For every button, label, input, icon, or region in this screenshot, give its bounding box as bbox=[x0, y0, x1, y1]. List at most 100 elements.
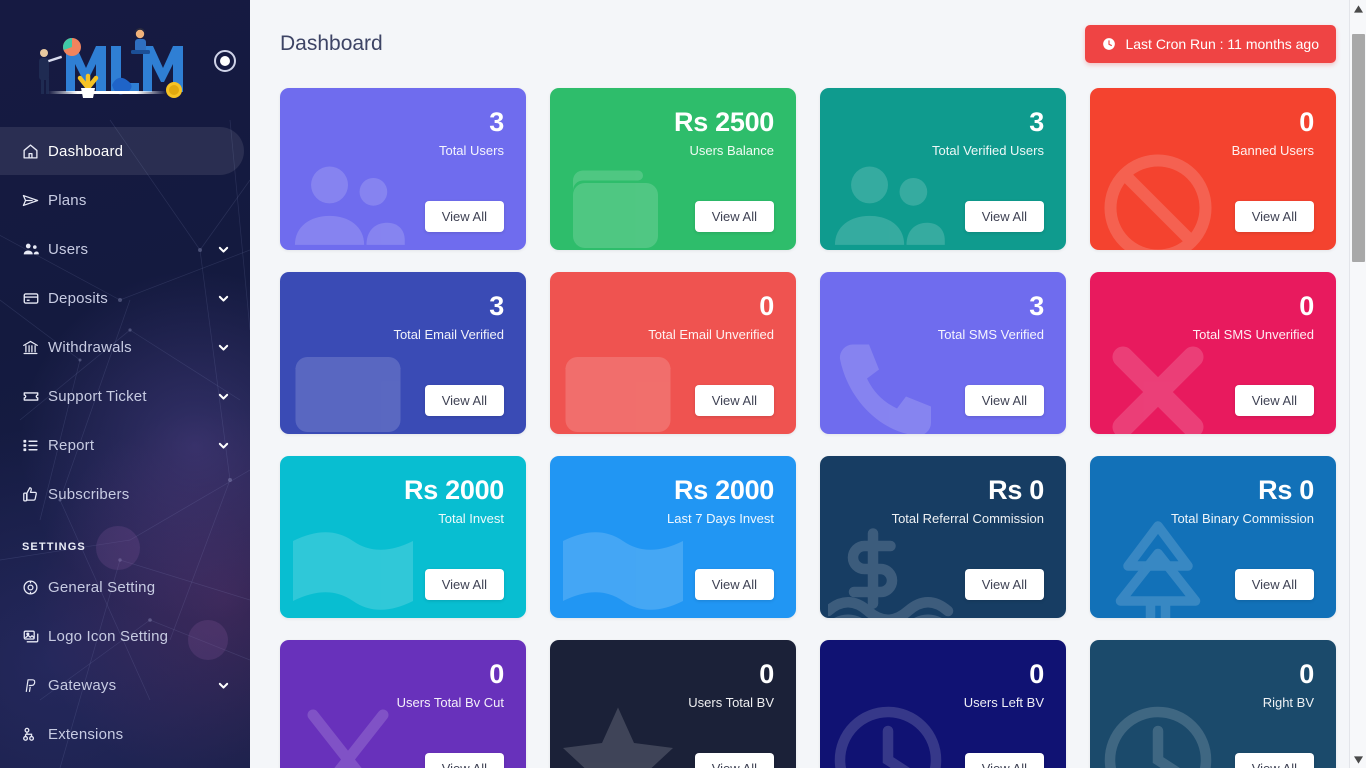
list-icon bbox=[22, 437, 48, 454]
sidebar-nav: Dashboard Plans Users Deposits Withdrawa… bbox=[0, 125, 250, 758]
clock-icon bbox=[828, 700, 948, 768]
sidebar-item-withdrawals[interactable]: Withdrawals bbox=[0, 323, 244, 371]
view-all-button[interactable]: View All bbox=[694, 569, 774, 600]
scroll-up-arrow-icon[interactable] bbox=[1350, 0, 1366, 17]
brand-logo[interactable] bbox=[0, 0, 250, 125]
view-all-button[interactable]: View All bbox=[1234, 201, 1314, 232]
view-all-button[interactable]: View All bbox=[1234, 753, 1314, 768]
stat-card: 0 Users Left BV View All bbox=[820, 640, 1066, 768]
clock-icon bbox=[1102, 37, 1116, 51]
stat-card-label: Total Invest bbox=[438, 511, 504, 527]
stat-card: Rs 0 Total Binary Commission View All bbox=[1090, 456, 1336, 618]
view-all-button[interactable]: View All bbox=[1234, 569, 1314, 600]
stat-card-value: 3 bbox=[1029, 107, 1044, 137]
sidebar-item-support-ticket[interactable]: Support Ticket bbox=[0, 372, 244, 420]
stat-card-label: Total SMS Unverified bbox=[1192, 327, 1314, 343]
view-all-button[interactable]: View All bbox=[424, 385, 504, 416]
star-icon bbox=[558, 700, 678, 768]
sidebar-item-users[interactable]: Users bbox=[0, 225, 244, 273]
sidebar-item-label: Users bbox=[48, 240, 89, 258]
sidebar-item-dashboard[interactable]: Dashboard bbox=[0, 127, 244, 175]
main-content: Dashboard Last Cron Run : 11 months ago … bbox=[250, 0, 1366, 768]
sidebar-item-label: Dashboard bbox=[48, 142, 124, 160]
stat-card: 0 Users Total Bv Cut View All bbox=[280, 640, 526, 768]
scrollbar-thumb[interactable] bbox=[1352, 34, 1365, 262]
scroll-down-arrow-icon[interactable] bbox=[1350, 751, 1366, 768]
view-all-button[interactable]: View All bbox=[694, 385, 774, 416]
sidebar-item-plans[interactable]: Plans bbox=[0, 176, 244, 224]
stat-card: 3 Total Users View All bbox=[280, 88, 526, 250]
clock-icon bbox=[1098, 700, 1218, 768]
chevron-down-icon[interactable] bbox=[216, 440, 230, 451]
view-all-button[interactable]: View All bbox=[694, 753, 774, 768]
last-cron-run-button[interactable]: Last Cron Run : 11 months ago bbox=[1085, 25, 1336, 63]
last-cron-run-label: Last Cron Run : 11 months ago bbox=[1125, 36, 1319, 52]
stat-card: 0 Users Total BV View All bbox=[550, 640, 796, 768]
stat-card-value: 0 bbox=[1299, 291, 1314, 321]
chevron-down-icon[interactable] bbox=[216, 680, 230, 691]
view-all-button[interactable]: View All bbox=[424, 201, 504, 232]
stat-card-label: Last 7 Days Invest bbox=[667, 511, 774, 527]
stat-card: Rs 2000 Last 7 Days Invest View All bbox=[550, 456, 796, 618]
sidebar-item-subscribers[interactable]: Subscribers bbox=[0, 470, 244, 518]
chevron-down-icon[interactable] bbox=[216, 244, 230, 255]
chevron-down-icon[interactable] bbox=[216, 342, 230, 353]
stat-card: 0 Total Email Unverified View All bbox=[550, 272, 796, 434]
view-all-button[interactable]: View All bbox=[964, 385, 1044, 416]
stat-card: Rs 0 Total Referral Commission View All bbox=[820, 456, 1066, 618]
view-all-button[interactable]: View All bbox=[424, 569, 504, 600]
sitemap-icon bbox=[22, 726, 48, 743]
sidebar-toggle-button[interactable] bbox=[214, 50, 236, 72]
stat-card-value: 0 bbox=[759, 659, 774, 689]
stat-card-value: 3 bbox=[1029, 291, 1044, 321]
stat-card: 0 Right BV View All bbox=[1090, 640, 1336, 768]
stat-card-label: Total Referral Commission bbox=[891, 511, 1044, 527]
money-bill-icon bbox=[288, 506, 418, 618]
view-all-button[interactable]: View All bbox=[964, 201, 1044, 232]
view-all-button[interactable]: View All bbox=[964, 569, 1044, 600]
chevron-down-icon[interactable] bbox=[216, 293, 230, 304]
stat-card-value: Rs 2500 bbox=[674, 107, 774, 137]
users-group-icon bbox=[288, 148, 408, 250]
bank-icon bbox=[22, 339, 48, 356]
sidebar-item-label: Extensions bbox=[48, 725, 124, 743]
scissors-icon bbox=[288, 700, 408, 768]
sidebar-item-report[interactable]: Report bbox=[0, 421, 244, 469]
stat-card-label: Right BV bbox=[1262, 695, 1314, 711]
page-title: Dashboard bbox=[280, 32, 383, 55]
page-scrollbar[interactable] bbox=[1349, 0, 1366, 768]
sidebar-item-label: Withdrawals bbox=[48, 338, 132, 356]
sidebar-item-label: Subscribers bbox=[48, 485, 130, 503]
app-root: Dashboard Plans Users Deposits Withdrawa… bbox=[0, 0, 1366, 768]
sidebar-item-general-setting[interactable]: General Setting bbox=[0, 563, 244, 611]
stat-card-label: Total Email Unverified bbox=[648, 327, 774, 343]
stat-card-value: Rs 2000 bbox=[404, 475, 504, 505]
sidebar-item-deposits[interactable]: Deposits bbox=[0, 274, 244, 322]
sidebar-settings-heading: SETTINGS bbox=[22, 541, 86, 553]
stat-card-label: Total Verified Users bbox=[932, 143, 1044, 159]
times-icon bbox=[1098, 332, 1218, 434]
stat-card-label: Banned Users bbox=[1231, 143, 1314, 159]
money-wave-icon bbox=[822, 516, 958, 618]
credit-card-icon bbox=[22, 290, 48, 307]
sidebar-item-label: Plans bbox=[48, 191, 87, 209]
stat-card-value: 3 bbox=[489, 291, 504, 321]
sidebar-item-gateways[interactable]: Gateways bbox=[0, 661, 244, 709]
thumbs-up-icon bbox=[22, 486, 48, 503]
paypal-icon bbox=[22, 677, 48, 694]
view-all-button[interactable]: View All bbox=[424, 753, 504, 768]
paper-plane-icon bbox=[22, 192, 48, 209]
chevron-down-icon[interactable] bbox=[216, 391, 230, 402]
sidebar-item-extensions[interactable]: Extensions bbox=[0, 710, 244, 758]
stat-cards-grid: 3 Total Users View All Rs 2500 Users Balance… bbox=[280, 88, 1336, 768]
stat-card-label: Users Balance bbox=[689, 143, 774, 159]
view-all-button[interactable]: View All bbox=[1234, 385, 1314, 416]
sidebar-item-label: Support Ticket bbox=[48, 387, 147, 405]
stat-card-value: 0 bbox=[1299, 107, 1314, 137]
phone-icon bbox=[828, 332, 948, 434]
view-all-button[interactable]: View All bbox=[964, 753, 1044, 768]
sidebar-item-logo-icon-setting[interactable]: Logo Icon Setting bbox=[0, 612, 244, 660]
view-all-button[interactable]: View All bbox=[694, 201, 774, 232]
stat-card: 0 Total SMS Unverified View All bbox=[1090, 272, 1336, 434]
gear-circle-icon bbox=[22, 579, 48, 596]
